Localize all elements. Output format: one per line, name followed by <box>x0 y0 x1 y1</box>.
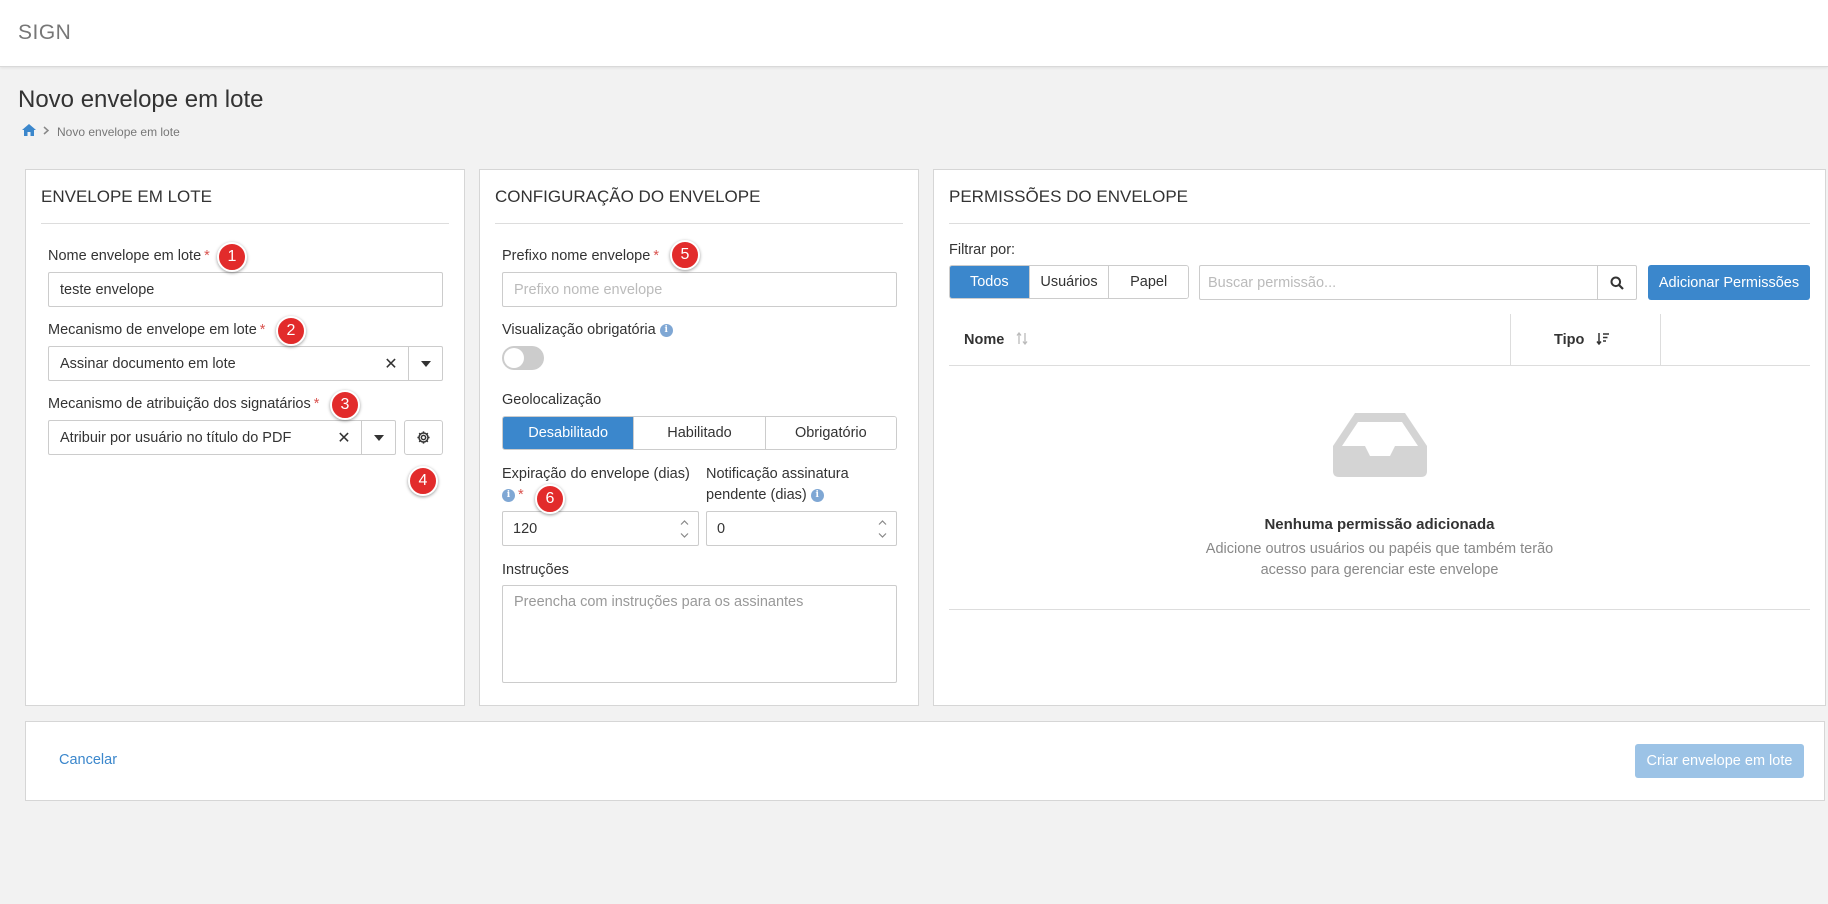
required-marker: * <box>313 396 320 412</box>
create-batch-envelope-button[interactable]: Criar envelope em lote <box>1635 744 1804 778</box>
sort-icon <box>1016 331 1028 349</box>
assign-settings-button[interactable] <box>404 420 443 455</box>
assign-value: Atribuir por usuário no título do PDF <box>60 429 292 446</box>
required-marker: * <box>204 248 210 264</box>
geo-option-required[interactable]: Obrigatório <box>765 417 896 449</box>
spinner-arrows-icon[interactable] <box>678 520 690 538</box>
app-brand[interactable]: SIGN <box>18 21 71 45</box>
column-name[interactable]: Nome <box>964 314 1028 366</box>
step-badge-3: 3 <box>330 390 360 420</box>
notification-value: 0 <box>717 520 726 537</box>
batch-envelope-panel: ENVELOPE EM LOTE Nome envelope em lote * … <box>25 169 465 706</box>
permission-filter: Todos Usuários Papel <box>949 265 1189 299</box>
filter-all[interactable]: Todos <box>950 266 1030 298</box>
expiration-value: 120 <box>513 520 538 537</box>
geo-option-enabled[interactable]: Habilitado <box>634 417 766 449</box>
search-icon <box>1610 276 1624 290</box>
search-button[interactable] <box>1597 266 1636 299</box>
assign-label: Mecanismo de atribuição dos signatários * <box>48 396 320 412</box>
info-icon[interactable]: i <box>502 488 515 502</box>
envelope-config-panel: CONFIGURAÇÃO DO ENVELOPE Prefixo nome en… <box>479 169 919 706</box>
required-marker: * <box>653 248 659 264</box>
name-label: Nome envelope em lote * <box>48 248 210 264</box>
search-input[interactable]: Buscar permissão... <box>1200 266 1597 299</box>
notification-label-1: Notificação assinatura <box>706 466 849 482</box>
mandatory-view-toggle[interactable] <box>502 346 544 370</box>
mechanism-select[interactable]: Assinar documento em lote ✕ <box>48 346 443 381</box>
instructions-label: Instruções <box>502 562 569 578</box>
panel-title: CONFIGURAÇÃO DO ENVELOPE <box>495 187 761 206</box>
toggle-knob <box>504 348 524 368</box>
batch-name-input[interactable]: teste envelope <box>48 272 443 307</box>
geo-option-disabled[interactable]: Desabilitado <box>503 417 635 449</box>
step-badge-4: 4 <box>408 466 438 496</box>
info-icon[interactable]: i <box>810 488 824 502</box>
spinner-arrows-icon[interactable] <box>876 520 888 538</box>
instructions-textarea[interactable]: Preencha com instruções para os assinant… <box>502 585 897 683</box>
filter-role[interactable]: Papel <box>1109 266 1188 298</box>
expiration-label: Expiração do envelope (dias) <box>502 466 690 482</box>
geo-segmented-control: Desabilitado Habilitado Obrigatório <box>502 416 897 450</box>
column-type[interactable]: Tipo <box>1554 314 1610 366</box>
panel-title: ENVELOPE EM LOTE <box>41 187 212 206</box>
empty-state-title: Nenhuma permissão adicionada <box>1264 516 1495 533</box>
info-icon[interactable]: i <box>659 323 673 337</box>
geo-label: Geolocalização <box>502 392 602 408</box>
mechanism-label: Mecanismo de envelope em lote * <box>48 322 266 338</box>
notification-label-2: pendente (dias) i <box>706 487 824 503</box>
times-icon[interactable]: ✕ <box>374 354 408 374</box>
sort-desc-icon <box>1596 332 1610 349</box>
divider <box>949 223 1810 224</box>
divider <box>949 609 1810 610</box>
breadcrumb: Novo envelope em lote <box>22 124 180 139</box>
step-badge-1: 1 <box>217 242 247 272</box>
breadcrumb-current: Novo envelope em lote <box>57 124 180 139</box>
empty-desc-line-2: acesso para gerenciar este envelope <box>1260 562 1499 578</box>
home-icon[interactable] <box>22 124 36 139</box>
add-permissions-button[interactable]: Adicionar Permissões <box>1648 265 1810 300</box>
mechanism-value: Assinar documento em lote <box>60 355 236 372</box>
gear-icon <box>417 431 430 444</box>
column-divider <box>1660 314 1661 366</box>
mandatory-view-label: Visualização obrigatória i <box>502 322 673 338</box>
caret-down-icon[interactable] <box>361 421 395 454</box>
chevron-right-icon <box>43 125 50 138</box>
notification-input[interactable]: 0 <box>706 511 897 546</box>
envelope-permissions-panel: PERMISSÕES DO ENVELOPE Filtrar por: Todo… <box>933 169 1826 706</box>
filter-users[interactable]: Usuários <box>1029 266 1110 298</box>
caret-down-icon[interactable] <box>408 347 442 380</box>
form-footer: Cancelar Criar envelope em lote <box>25 721 1825 801</box>
divider <box>495 223 903 224</box>
assign-select[interactable]: Atribuir por usuário no título do PDF ✕ <box>48 420 396 455</box>
top-bar: SIGN <box>0 0 1828 67</box>
expiration-input[interactable]: 120 <box>502 511 699 546</box>
divider <box>41 223 449 224</box>
empty-desc-line-1: Adicione outros usuários ou papéis que t… <box>1205 541 1554 557</box>
filter-label: Filtrar por: <box>949 242 1016 258</box>
page-title: Novo envelope em lote <box>18 86 264 113</box>
expiration-label-icons: i * <box>498 487 524 503</box>
required-marker: * <box>518 487 524 503</box>
empty-state-description: Adicione outros usuários ou papéis que t… <box>934 539 1825 581</box>
step-badge-5: 5 <box>670 240 700 270</box>
step-badge-2: 2 <box>276 316 306 346</box>
inbox-icon <box>934 413 1825 477</box>
step-badge-6: 6 <box>535 484 565 514</box>
cancel-link[interactable]: Cancelar <box>59 752 117 768</box>
permission-search: Buscar permissão... <box>1199 265 1637 300</box>
column-divider <box>1510 314 1511 366</box>
times-icon[interactable]: ✕ <box>327 428 361 448</box>
prefix-label: Prefixo nome envelope * <box>502 248 659 264</box>
prefix-input[interactable]: Prefixo nome envelope <box>502 272 897 307</box>
required-marker: * <box>259 322 266 338</box>
panel-title: PERMISSÕES DO ENVELOPE <box>949 187 1189 206</box>
permissions-table-header: Nome Tipo <box>949 314 1810 366</box>
